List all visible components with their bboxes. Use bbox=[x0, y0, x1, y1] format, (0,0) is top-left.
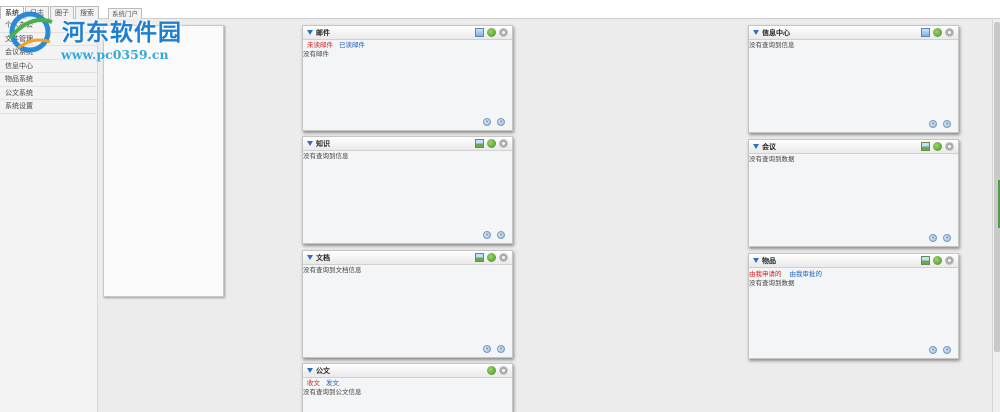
window-icon[interactable] bbox=[921, 28, 930, 37]
image-icon[interactable] bbox=[921, 256, 930, 265]
collapse-triangle-icon[interactable] bbox=[307, 255, 313, 260]
portlet-title: 会议 bbox=[762, 143, 776, 151]
sidebar-item-official[interactable]: 公文系统 bbox=[0, 87, 97, 100]
my-requests-link[interactable]: 由我申请的 bbox=[749, 270, 782, 278]
portlet-title: 文档 bbox=[316, 254, 330, 262]
my-approvals-link[interactable]: 由我审批的 bbox=[790, 270, 823, 278]
official-doc-portlet: 公文 收文 发文 没有查询到公文信息 bbox=[302, 363, 513, 412]
collapse-triangle-icon[interactable] bbox=[307, 141, 313, 146]
watermark-url: www.pc0359.cn bbox=[61, 47, 169, 62]
portlet-title: 邮件 bbox=[316, 29, 330, 37]
gear-icon[interactable] bbox=[499, 366, 508, 375]
portlet-header: 邮件 bbox=[303, 26, 512, 40]
prev-page-icon[interactable]: « bbox=[929, 234, 937, 242]
info-center-portlet: 信息中心 没有查询到信息 « » bbox=[748, 25, 959, 133]
image-icon[interactable] bbox=[475, 139, 484, 148]
empty-message: 没有查询到文档信息 bbox=[303, 266, 362, 274]
next-page-icon[interactable]: » bbox=[943, 234, 951, 242]
gear-icon[interactable] bbox=[499, 253, 508, 262]
next-page-icon[interactable]: » bbox=[497, 345, 505, 353]
refresh-icon[interactable] bbox=[487, 366, 496, 375]
refresh-icon[interactable] bbox=[933, 28, 942, 37]
image-icon[interactable] bbox=[921, 142, 930, 151]
image-icon[interactable] bbox=[475, 253, 484, 262]
mail-portlet: 邮件 未读邮件 已读邮件 没有邮件 « » bbox=[302, 25, 513, 131]
sent-doc-link[interactable]: 发文 bbox=[326, 379, 339, 387]
empty-message: 没有查询到数据 bbox=[749, 279, 795, 287]
sidebar-item-goods[interactable]: 物品系统 bbox=[0, 73, 97, 87]
sidebar: 个人办公 文件管理 会议系统 信息中心 物品系统 公文系统 系统设置 bbox=[0, 19, 98, 412]
next-page-icon[interactable]: » bbox=[943, 346, 951, 354]
refresh-icon[interactable] bbox=[487, 139, 496, 148]
empty-message: 没有查询到信息 bbox=[749, 41, 795, 49]
empty-message: 没有查询到数据 bbox=[749, 155, 795, 163]
prev-page-icon[interactable]: « bbox=[483, 231, 491, 239]
docs-portlet: 文档 没有查询到文档信息 « » bbox=[302, 250, 513, 358]
sidebar-item-settings[interactable]: 系统设置 bbox=[0, 100, 97, 114]
portlet-title: 信息中心 bbox=[762, 29, 790, 37]
next-page-icon[interactable]: » bbox=[497, 118, 505, 126]
received-doc-link[interactable]: 收文 bbox=[307, 379, 320, 387]
gear-icon[interactable] bbox=[945, 142, 954, 151]
watermark-title: 河东软件园 bbox=[62, 19, 182, 46]
portlet-header: 信息中心 bbox=[749, 26, 958, 40]
collapse-triangle-icon[interactable] bbox=[753, 144, 759, 149]
refresh-icon[interactable] bbox=[487, 253, 496, 262]
prev-page-icon[interactable]: « bbox=[483, 118, 491, 126]
portlet-header: 知识 bbox=[303, 137, 512, 151]
read-mail-link[interactable]: 已读邮件 bbox=[339, 41, 365, 49]
portlet-title: 公文 bbox=[316, 367, 330, 375]
portlet-title: 知识 bbox=[316, 140, 330, 148]
watermark-logo-icon bbox=[8, 11, 53, 53]
refresh-icon[interactable] bbox=[933, 142, 942, 151]
watermark: 河东软件园 www.pc0359.cn bbox=[0, 0, 205, 70]
unread-mail-link[interactable]: 未读邮件 bbox=[307, 41, 333, 49]
portlet-header: 会议 bbox=[749, 140, 958, 154]
prev-page-icon[interactable]: « bbox=[929, 120, 937, 128]
collapse-triangle-icon[interactable] bbox=[307, 30, 313, 35]
portlet-title: 物品 bbox=[762, 257, 776, 265]
collapse-triangle-icon[interactable] bbox=[753, 258, 759, 263]
meeting-portlet: 会议 没有查询到数据 « » bbox=[748, 139, 959, 247]
empty-message: 没有邮件 bbox=[303, 50, 329, 58]
knowledge-portlet: 知识 没有查询到信息 « » bbox=[302, 136, 513, 244]
gear-icon[interactable] bbox=[945, 256, 954, 265]
gear-icon[interactable] bbox=[499, 139, 508, 148]
portlet-header: 公文 bbox=[303, 364, 512, 378]
refresh-icon[interactable] bbox=[933, 256, 942, 265]
goods-portlet: 物品 由我申请的 由我审批的 没有查询到数据 « » bbox=[748, 253, 959, 359]
refresh-icon[interactable] bbox=[487, 28, 496, 37]
gear-icon[interactable] bbox=[945, 28, 954, 37]
next-page-icon[interactable]: » bbox=[943, 120, 951, 128]
prev-page-icon[interactable]: « bbox=[483, 345, 491, 353]
empty-message: 没有查询到信息 bbox=[303, 152, 349, 160]
collapse-triangle-icon[interactable] bbox=[753, 30, 759, 35]
gear-icon[interactable] bbox=[499, 28, 508, 37]
empty-message: 没有查询到公文信息 bbox=[303, 388, 362, 396]
window-icon[interactable] bbox=[475, 28, 484, 37]
collapse-triangle-icon[interactable] bbox=[307, 368, 313, 373]
next-page-icon[interactable]: » bbox=[497, 231, 505, 239]
prev-page-icon[interactable]: « bbox=[929, 346, 937, 354]
portlet-header: 物品 bbox=[749, 254, 958, 268]
portlet-header: 文档 bbox=[303, 251, 512, 265]
